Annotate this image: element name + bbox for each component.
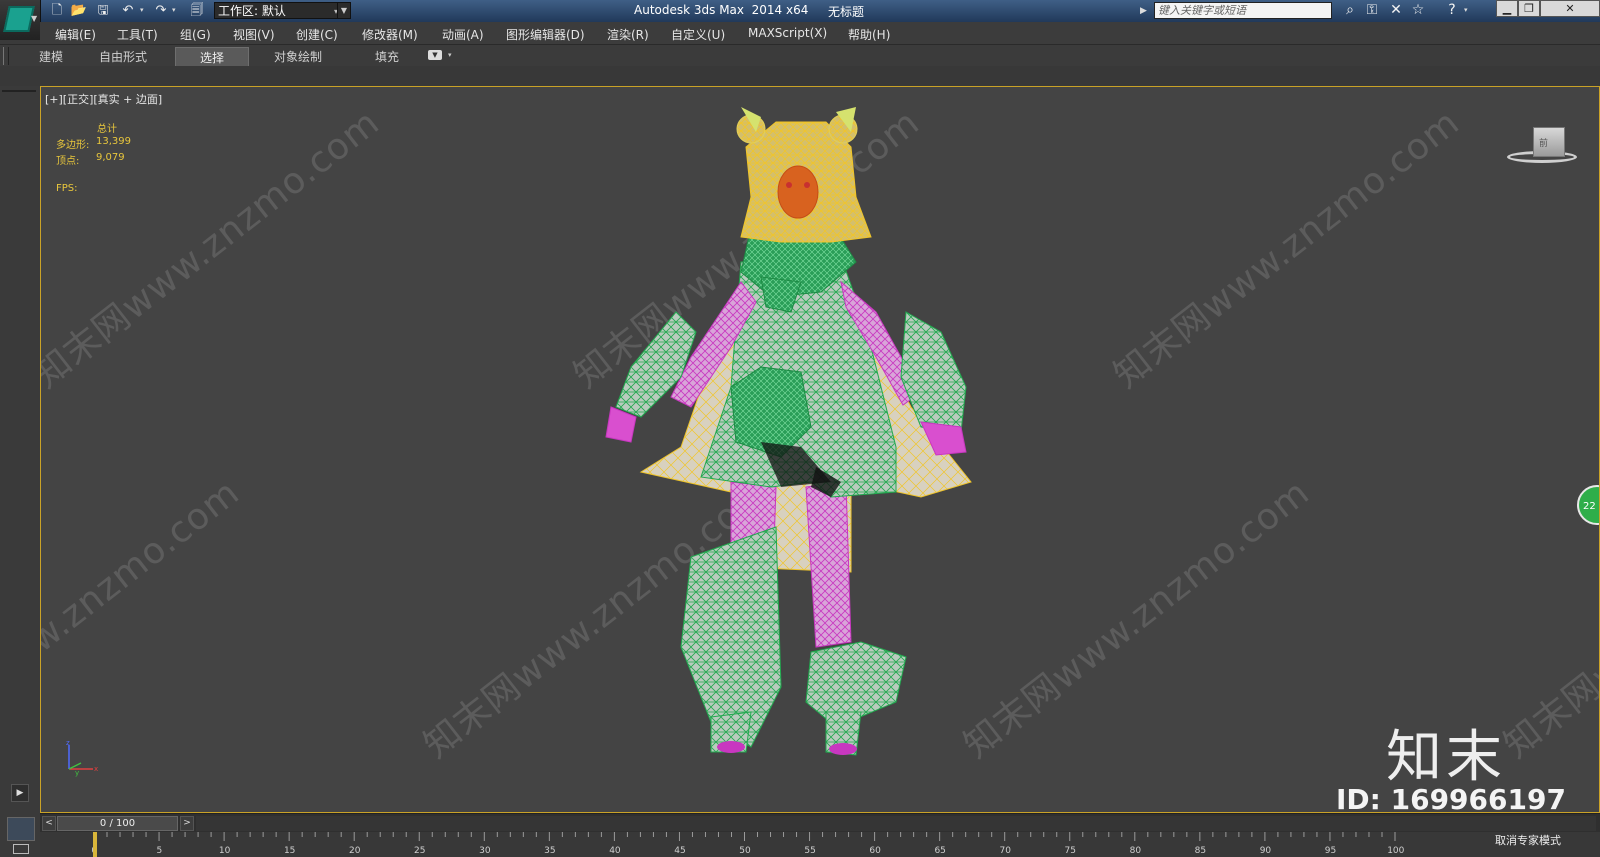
character-wireframe-model[interactable] (41, 87, 1600, 813)
redo-icon[interactable]: ↷ (152, 2, 170, 20)
close-button[interactable]: ✕ (1540, 0, 1600, 17)
current-frame-marker[interactable] (93, 832, 97, 857)
viewport-layout-icon[interactable] (7, 817, 35, 841)
redo-dropdown-icon[interactable]: ▾ (172, 6, 176, 14)
frame-ruler[interactable]: 0510152025303540455055606570758085909510… (40, 832, 1600, 857)
menu-customize[interactable]: 自定义(U) (671, 26, 725, 43)
chevron-down-icon[interactable]: ▾ (448, 51, 452, 59)
left-toolbar (0, 86, 40, 806)
ribbon-panel (0, 66, 1600, 87)
star-icon[interactable]: ☆ (1408, 2, 1428, 18)
ruler-tick-label: 40 (609, 846, 621, 856)
brand-id: ID: 169966197 (1336, 783, 1566, 813)
save-icon[interactable]: 🖫 (94, 2, 112, 20)
undo-icon[interactable]: ↶ (119, 2, 137, 20)
time-slider-track[interactable] (196, 816, 1596, 831)
viewcube-label: 前 (1539, 139, 1549, 149)
undo-dropdown-icon[interactable]: ▾ (140, 6, 144, 14)
ruler-tick-label: 5 (156, 846, 162, 856)
workspace-select[interactable]: 工作区: 默认 ▾ (214, 2, 342, 19)
document-title: 无标题 (828, 5, 865, 19)
menu-help[interactable]: 帮助(H) (848, 26, 890, 43)
project-folder-icon[interactable]: 🗐 (188, 2, 206, 20)
minimize-button[interactable]: ▁ (1496, 0, 1518, 17)
ruler-tick-label: 25 (414, 846, 425, 856)
tab-selection[interactable]: 选择 (175, 47, 249, 68)
svg-text:z: z (66, 739, 70, 747)
restore-button[interactable]: ❐ (1518, 0, 1540, 17)
menu-create[interactable]: 创建(C) (296, 26, 338, 43)
ruler-tick-label: 70 (1000, 846, 1012, 856)
chevron-down-icon: ▼ (31, 14, 38, 23)
menu-modifiers[interactable]: 修改器(M) (362, 26, 418, 43)
time-prev-button[interactable]: < (42, 816, 56, 831)
time-next-button[interactable]: > (180, 816, 194, 831)
viewcube-face[interactable] (1533, 127, 1565, 157)
app-title: Autodesk 3ds Max 2014 x64 (634, 3, 809, 17)
expert-mode-status[interactable]: 取消专家模式 (1495, 832, 1561, 848)
play-icon[interactable]: ▶ (11, 784, 29, 802)
workspace-label: 工作区: 默认 (218, 4, 286, 18)
ribbon-tabs: 建模 自由形式 选择 对象绘制 填充 ▼ ▾ (0, 44, 1600, 68)
ruler-tick-label: 95 (1325, 846, 1336, 856)
menu-bar: 编辑(E) 工具(T) 组(G) 视图(V) 创建(C) 修改器(M) 动画(A… (40, 22, 1600, 44)
menu-rendering[interactable]: 渲染(R) (607, 26, 649, 43)
binoculars-icon[interactable]: ⌕ (1340, 2, 1360, 18)
bottom-left-panel (0, 813, 40, 857)
character-face (777, 165, 819, 219)
tab-modeling[interactable]: 建模 (39, 48, 63, 65)
viewcube[interactable]: 前 (1507, 123, 1577, 173)
menu-maxscript[interactable]: MAXScript(X) (748, 26, 827, 40)
workspace-menu-button[interactable]: ▼ (337, 2, 351, 19)
ruler-tick-label: 75 (1065, 846, 1076, 856)
menu-tools[interactable]: 工具(T) (117, 26, 158, 43)
search-input[interactable] (1154, 2, 1332, 19)
axis-tripod-icon: z x y (66, 739, 98, 777)
tab-populate[interactable]: 填充 (375, 48, 399, 65)
ruler-tick-label: 100 (1387, 846, 1404, 856)
svg-text:y: y (75, 769, 79, 777)
new-file-icon[interactable]: 🗋 (48, 2, 66, 20)
viewport-front[interactable]: [+][正交][真实 + 边面] 总计 多边形: 13,399 顶点: 9,07… (40, 86, 1600, 813)
menu-group[interactable]: 组(G) (180, 26, 211, 43)
menu-views[interactable]: 视图(V) (233, 26, 275, 43)
ruler-tick-label: 45 (674, 846, 685, 856)
help-icon[interactable]: ? (1442, 2, 1462, 18)
time-slider: < 0 / 100 > (40, 813, 1600, 833)
open-folder-icon[interactable]: 📂 (70, 2, 88, 20)
ruler-tick-label: 90 (1260, 846, 1272, 856)
key-icon[interactable]: ⚿ (1362, 2, 1382, 18)
title-bar: ▼ 🗋 📂 🖫 ↶ ▾ ↷ ▾ 🗐 工作区: 默认 ▾ ▼ Autodesk 3… (0, 0, 1600, 40)
ruler-tick-label: 65 (934, 846, 945, 856)
ribbon-grip[interactable] (3, 47, 9, 65)
ruler-tick-label: 55 (804, 846, 815, 856)
ruler-tick-label: 85 (1195, 846, 1206, 856)
tab-freeform[interactable]: 自由形式 (99, 48, 147, 65)
ruler-tick-label: 20 (349, 846, 361, 856)
tab-object-paint[interactable]: 对象绘制 (274, 48, 322, 65)
ruler-tick-label: 15 (284, 846, 295, 856)
search-expand-icon[interactable]: ▶ (1140, 3, 1152, 19)
menu-graph-editors[interactable]: 图形编辑器(D) (506, 26, 585, 43)
ribbon-options-icon[interactable]: ▼ (428, 50, 442, 60)
curve-editor-icon[interactable] (13, 844, 29, 854)
ruler-tick-label: 30 (479, 846, 491, 856)
ruler-tick-label: 50 (739, 846, 751, 856)
help-dropdown-icon[interactable]: ▾ (1464, 6, 1468, 14)
brand-logo: 知末 (1386, 725, 1506, 790)
menu-edit[interactable]: 编辑(E) (55, 26, 96, 43)
app-menu-button[interactable]: ▼ (0, 0, 41, 40)
svg-text:x: x (94, 765, 98, 773)
track-bar[interactable]: 0510152025303540455055606570758085909510… (40, 832, 1600, 857)
ruler-tick-label: 80 (1130, 846, 1142, 856)
exchange-icon[interactable]: ✕ (1386, 2, 1406, 18)
ruler-tick-label: 10 (219, 846, 231, 856)
divider (2, 90, 36, 92)
menu-animation[interactable]: 动画(A) (442, 26, 484, 43)
ruler-tick-label: 60 (869, 846, 881, 856)
ruler-tick-label: 35 (544, 846, 555, 856)
time-slider-handle[interactable]: 0 / 100 (57, 816, 178, 831)
